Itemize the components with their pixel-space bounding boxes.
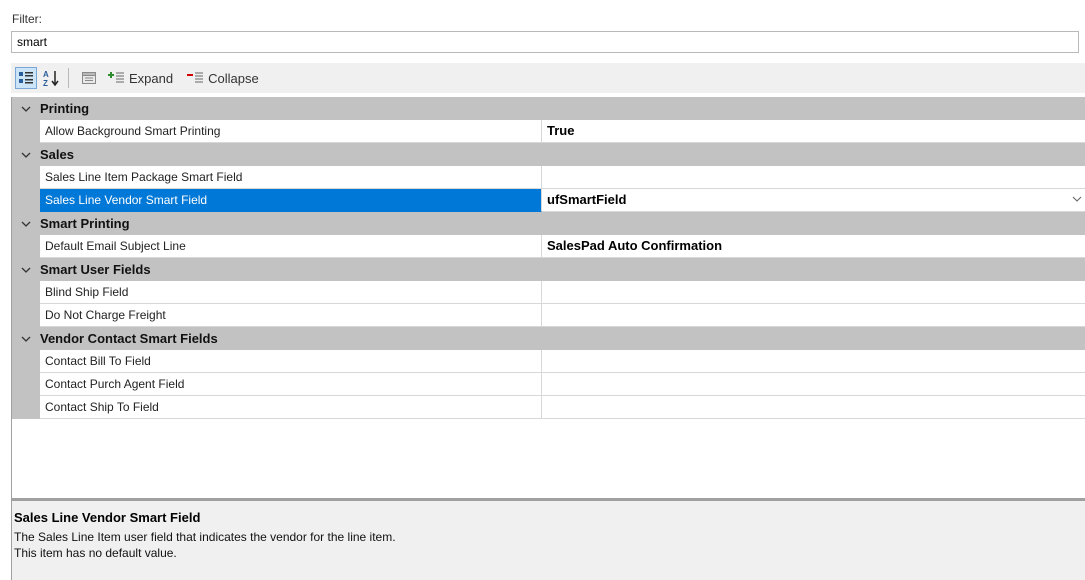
property-row[interactable]: Contact Purch Agent Field bbox=[12, 373, 1085, 396]
property-name[interactable]: Contact Ship To Field bbox=[40, 396, 542, 419]
property-row[interactable]: Contact Bill To Field bbox=[12, 350, 1085, 373]
window-top-edge bbox=[0, 0, 1085, 10]
property-value[interactable]: True bbox=[542, 120, 1085, 143]
category-label: Smart User Fields bbox=[40, 262, 151, 277]
property-row[interactable]: Default Email Subject Line SalesPad Auto… bbox=[12, 235, 1085, 258]
description-default-note: This item has no default value. bbox=[14, 546, 177, 560]
category-label: Sales bbox=[40, 147, 74, 162]
row-gutter bbox=[12, 304, 40, 327]
row-gutter bbox=[12, 189, 40, 212]
property-name[interactable]: Contact Bill To Field bbox=[40, 350, 542, 373]
property-pages-button[interactable] bbox=[78, 66, 100, 90]
property-value-text: ufSmartField bbox=[547, 192, 627, 207]
chevron-down-icon[interactable] bbox=[12, 258, 40, 281]
property-value[interactable]: SalesPad Auto Confirmation bbox=[542, 235, 1085, 258]
category-label: Vendor Contact Smart Fields bbox=[40, 331, 218, 346]
property-value[interactable] bbox=[542, 396, 1085, 419]
property-row[interactable]: Allow Background Smart Printing True bbox=[12, 120, 1085, 143]
category-smart-printing[interactable]: Smart Printing bbox=[12, 212, 1085, 235]
property-name[interactable]: Sales Line Vendor Smart Field bbox=[40, 189, 542, 212]
row-gutter bbox=[12, 235, 40, 258]
category-printing[interactable]: Printing bbox=[12, 97, 1085, 120]
collapse-all-icon bbox=[187, 72, 204, 83]
category-smart-user-fields[interactable]: Smart User Fields bbox=[12, 258, 1085, 281]
description-text: The Sales Line Item user field that indi… bbox=[14, 530, 396, 544]
filter-label: Filter: bbox=[12, 12, 42, 26]
property-value[interactable] bbox=[542, 166, 1085, 189]
filter-input[interactable] bbox=[11, 31, 1079, 53]
dropdown-arrow-icon[interactable] bbox=[1072, 195, 1082, 203]
property-value-dropdown[interactable]: ufSmartField bbox=[542, 189, 1085, 212]
property-value[interactable] bbox=[542, 373, 1085, 396]
category-vendor-contact-smart-fields[interactable]: Vendor Contact Smart Fields bbox=[12, 327, 1085, 350]
svg-text:A: A bbox=[43, 70, 49, 79]
description-pane: Sales Line Vendor Smart Field The Sales … bbox=[11, 501, 1085, 580]
chevron-down-icon[interactable] bbox=[12, 327, 40, 350]
row-gutter bbox=[12, 373, 40, 396]
category-label: Printing bbox=[40, 101, 90, 116]
property-pages-icon bbox=[82, 72, 96, 84]
expand-all-icon bbox=[108, 72, 124, 83]
collapse-label: Collapse bbox=[208, 70, 259, 86]
chevron-down-icon[interactable] bbox=[12, 212, 40, 235]
property-name[interactable]: Default Email Subject Line bbox=[40, 235, 542, 258]
property-name[interactable]: Do Not Charge Freight bbox=[40, 304, 542, 327]
property-row[interactable]: Sales Line Item Package Smart Field bbox=[12, 166, 1085, 189]
expand-label: Expand bbox=[129, 70, 174, 86]
svg-text:Z: Z bbox=[43, 79, 48, 87]
row-gutter bbox=[12, 350, 40, 373]
toolbar-separator bbox=[68, 68, 69, 88]
property-name[interactable]: Allow Background Smart Printing bbox=[40, 120, 542, 143]
property-name[interactable]: Contact Purch Agent Field bbox=[40, 373, 542, 396]
property-name[interactable]: Blind Ship Field bbox=[40, 281, 542, 304]
category-sales[interactable]: Sales bbox=[12, 143, 1085, 166]
categorized-icon bbox=[19, 72, 33, 84]
property-row[interactable]: Do Not Charge Freight bbox=[12, 304, 1085, 327]
property-value[interactable] bbox=[542, 304, 1085, 327]
property-value[interactable] bbox=[542, 281, 1085, 304]
categorized-button[interactable] bbox=[15, 67, 37, 89]
row-gutter bbox=[12, 166, 40, 189]
row-gutter bbox=[12, 120, 40, 143]
chevron-down-icon[interactable] bbox=[12, 97, 40, 120]
row-gutter bbox=[12, 396, 40, 419]
property-row-selected[interactable]: Sales Line Vendor Smart Field ufSmartFie… bbox=[12, 189, 1085, 212]
chevron-down-icon[interactable] bbox=[12, 143, 40, 166]
property-name[interactable]: Sales Line Item Package Smart Field bbox=[40, 166, 542, 189]
description-title: Sales Line Vendor Smart Field bbox=[14, 510, 201, 525]
property-grid: Printing Allow Background Smart Printing… bbox=[11, 97, 1085, 498]
collapse-button[interactable]: Collapse bbox=[182, 66, 265, 90]
property-grid-toolbar: A Z Expand Collapse bbox=[11, 63, 1085, 93]
expand-button[interactable]: Expand bbox=[103, 66, 179, 90]
property-value[interactable] bbox=[542, 350, 1085, 373]
sort-alphabetical-icon: A Z bbox=[43, 70, 59, 87]
alphabetical-button[interactable]: A Z bbox=[40, 66, 62, 90]
category-label: Smart Printing bbox=[40, 216, 130, 231]
property-row[interactable]: Blind Ship Field bbox=[12, 281, 1085, 304]
row-gutter bbox=[12, 281, 40, 304]
property-row[interactable]: Contact Ship To Field bbox=[12, 396, 1085, 419]
